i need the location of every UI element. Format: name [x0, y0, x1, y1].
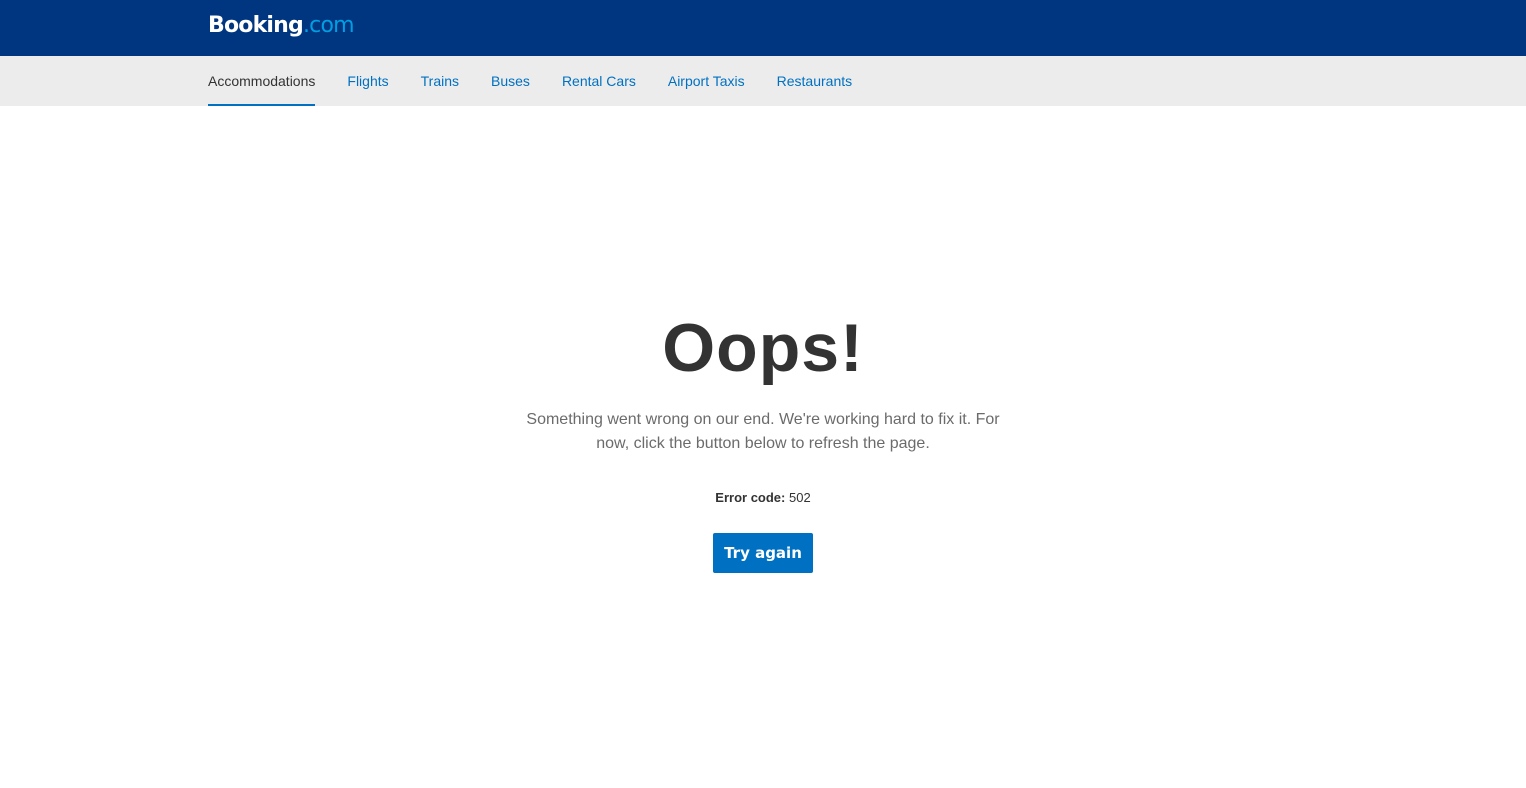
- logo-brand-text: Booking: [208, 13, 304, 38]
- nav-item-rental-cars[interactable]: Rental Cars: [562, 56, 636, 106]
- logo-tld-text: .com: [302, 13, 355, 38]
- error-message: Something went wrong on our end. We're w…: [526, 411, 1000, 452]
- error-code-label: Error code:: [715, 490, 786, 505]
- error-code-value: 502: [789, 490, 811, 505]
- try-again-button[interactable]: Try again: [713, 533, 813, 573]
- nav-item-accommodations[interactable]: Accommodations: [208, 56, 316, 106]
- product-nav: Accommodations Flights Trains Buses Rent…: [0, 56, 1526, 106]
- error-content: Oops! Something went wrong on our end. W…: [0, 106, 1526, 788]
- nav-item-airport-taxis[interactable]: Airport Taxis: [668, 56, 745, 106]
- error-title: Oops!: [662, 310, 864, 386]
- nav-item-buses[interactable]: Buses: [491, 56, 530, 106]
- nav-item-trains[interactable]: Trains: [421, 56, 459, 106]
- nav-list: Accommodations Flights Trains Buses Rent…: [208, 56, 884, 106]
- error-code: Error code: 502: [0, 488, 1526, 508]
- top-header: Booking.com: [0, 0, 1526, 56]
- nav-item-flights[interactable]: Flights: [347, 56, 388, 106]
- nav-item-restaurants[interactable]: Restaurants: [777, 56, 852, 106]
- booking-logo[interactable]: Booking.com: [208, 12, 355, 40]
